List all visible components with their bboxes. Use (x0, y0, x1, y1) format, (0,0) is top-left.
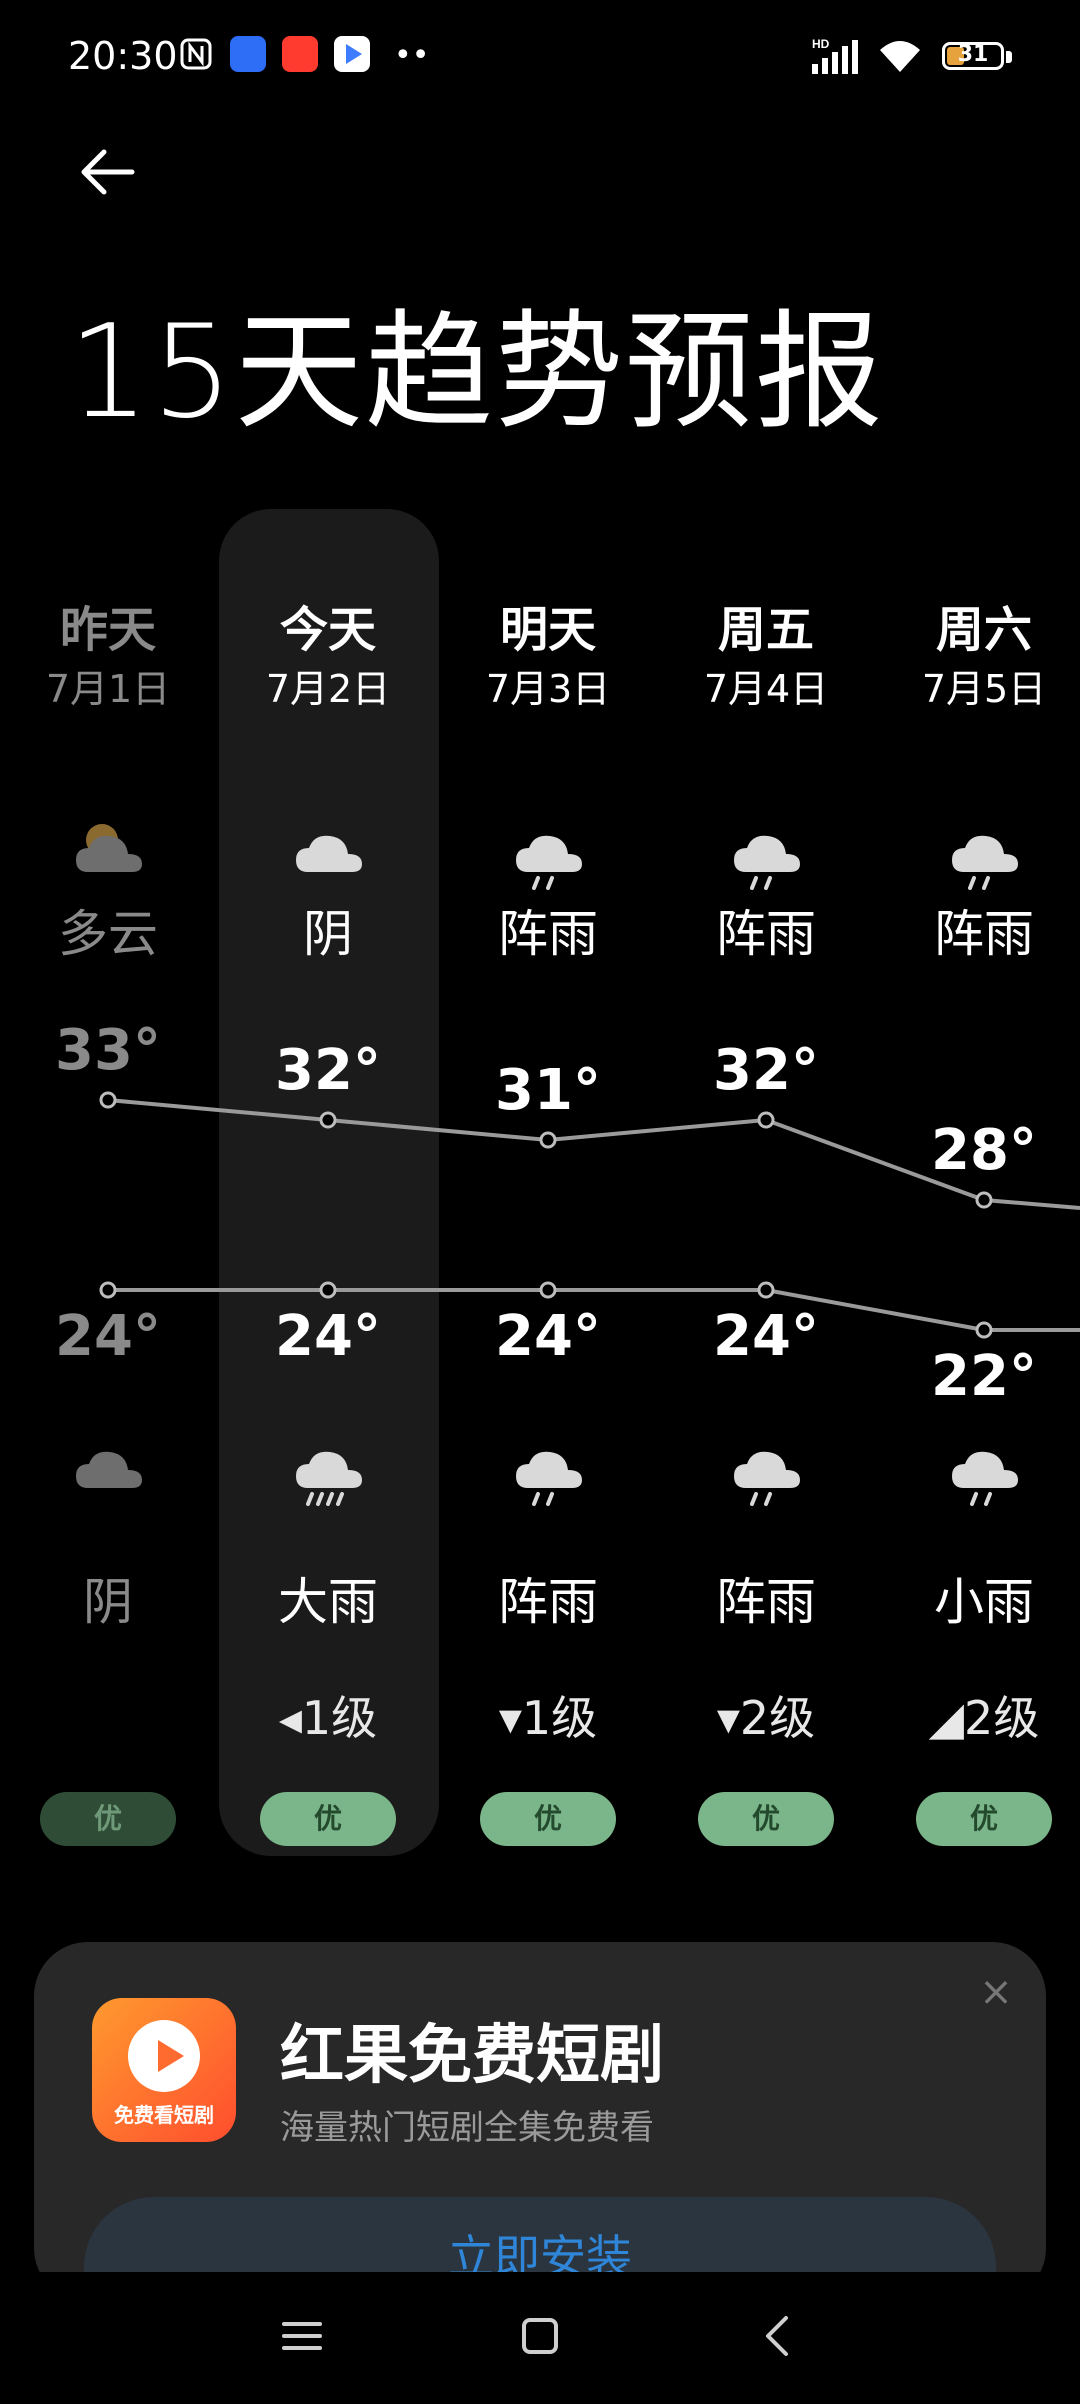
overcast-icon (218, 814, 438, 894)
night-column-1[interactable]: 大雨 ◂1级 优 (218, 1430, 438, 1846)
day-name: 周六 (935, 602, 1032, 658)
menu-icon[interactable] (242, 2272, 362, 2400)
svg-text:HD: HD (812, 37, 830, 51)
low-temp-label: 24° (275, 1304, 381, 1369)
low-temp-line-point (99, 1281, 117, 1299)
close-icon[interactable]: × (976, 1972, 1016, 2012)
high-temp-label: 28° (931, 1118, 1037, 1183)
wind-level (0, 1682, 218, 1746)
ad-card[interactable]: 免费看短剧 红果免费短剧 海量热门短剧全集免费看 × 立即安装 (34, 1942, 1046, 2302)
shower-icon (656, 814, 876, 894)
shower-icon (656, 1430, 876, 1510)
ad-logo-text: 免费看短剧 (114, 2103, 214, 2127)
high-temp-line-point (539, 1131, 557, 1149)
shower-icon (438, 1430, 658, 1510)
day-name: 周五 (717, 602, 814, 658)
aqi-badge: 优 (40, 1792, 176, 1846)
day-date: 7月2日 (265, 667, 391, 711)
low-temp-label: 24° (713, 1304, 819, 1369)
baidu-app-icon (230, 36, 266, 72)
night-column-0[interactable]: 阴 优 (0, 1430, 218, 1846)
overcast-icon (0, 1430, 218, 1510)
night-condition: 大雨 (278, 1573, 378, 1631)
high-temp-line-point (975, 1191, 993, 1209)
aqi-badge: 优 (480, 1792, 616, 1846)
low-temp-line-point (975, 1321, 993, 1339)
wind-level: ▾1级 (498, 1691, 598, 1745)
day-date: 7月5日 (921, 667, 1047, 711)
ad-title: 红果免费短剧 (280, 2019, 664, 2093)
home-icon[interactable] (480, 2272, 600, 2400)
low-temp-label: 22° (931, 1344, 1037, 1409)
high-temp-line-point (99, 1091, 117, 1109)
day-column-2[interactable]: 明天 7月3日 阵雨 (438, 590, 658, 964)
shower-icon (438, 814, 658, 894)
heavy-rain-icon (218, 1430, 438, 1510)
day-name: 明天 (499, 602, 596, 658)
day-condition: 多云 (58, 905, 158, 963)
ad-app-logo[interactable]: 免费看短剧 (92, 1998, 236, 2142)
day-column-4[interactable]: 周六 7月5日 阵雨 (874, 590, 1080, 964)
wind-level: ◢2级 (928, 1691, 1040, 1745)
night-condition: 阵雨 (498, 1573, 598, 1631)
taobao-app-icon (282, 36, 318, 72)
battery-tip (1006, 51, 1012, 63)
aqi-badge: 优 (698, 1792, 834, 1846)
back-arrow-icon[interactable] (70, 132, 150, 212)
play-triangle (158, 2040, 184, 2072)
wind-level: ▾2级 (716, 1691, 816, 1745)
shower-icon (874, 814, 1080, 894)
wifi-icon (876, 36, 924, 83)
day-date: 7月3日 (485, 667, 611, 711)
day-name: 昨天 (59, 602, 156, 658)
day-date: 7月1日 (45, 667, 171, 711)
aqi-badge: 优 (260, 1792, 396, 1846)
battery-icon: 31 (942, 42, 1004, 70)
day-date: 7月4日 (703, 667, 829, 711)
high-temp-label: 32° (713, 1038, 819, 1103)
more-notifications-icon: •• (394, 38, 430, 73)
low-temp-line-point (539, 1281, 557, 1299)
high-temp-label: 31° (495, 1058, 601, 1123)
night-condition: 阴 (83, 1573, 133, 1631)
navigation-bar (0, 2272, 1080, 2400)
low-temp-line-point (757, 1281, 775, 1299)
day-column-3[interactable]: 周五 7月4日 阵雨 (656, 590, 876, 964)
aqi-badge: 优 (916, 1792, 1052, 1846)
back-nav-icon[interactable] (718, 2272, 838, 2400)
day-column-0[interactable]: 昨天 7月1日 多云 (0, 590, 218, 964)
battery-level: 31 (957, 42, 989, 67)
signal-icon: HD (810, 36, 864, 83)
ad-subtitle: 海量热门短剧全集免费看 (280, 2108, 654, 2148)
day-condition: 阵雨 (716, 905, 816, 963)
high-temp-line-point (757, 1111, 775, 1129)
day-condition: 阵雨 (498, 905, 598, 963)
high-temp-line-point (319, 1111, 337, 1129)
low-temp-label: 24° (55, 1304, 161, 1369)
day-name: 今天 (279, 602, 376, 658)
video-app-icon (334, 36, 370, 72)
high-temp-label: 32° (275, 1038, 381, 1103)
night-column-4[interactable]: 小雨 ◢2级 优 (874, 1430, 1080, 1846)
day-condition: 阵雨 (934, 905, 1034, 963)
partly-cloudy-icon (0, 814, 218, 894)
low-temp-line-point (319, 1281, 337, 1299)
status-time: 20:30 (68, 34, 178, 78)
day-condition: 阴 (303, 905, 353, 963)
night-column-2[interactable]: 阵雨 ▾1级 优 (438, 1430, 658, 1846)
night-condition: 小雨 (934, 1573, 1034, 1631)
night-condition: 阵雨 (716, 1573, 816, 1631)
page-title: 15天趋势预报 (68, 298, 885, 447)
high-temp-label: 33° (55, 1018, 161, 1083)
low-temp-label: 24° (495, 1304, 601, 1369)
night-column-3[interactable]: 阵雨 ▾2级 优 (656, 1430, 876, 1846)
light-rain-icon (874, 1430, 1080, 1510)
nfc-icon (178, 36, 214, 72)
day-column-1[interactable]: 今天 7月2日 阴 (218, 590, 438, 964)
wind-level: ◂1级 (278, 1691, 378, 1745)
